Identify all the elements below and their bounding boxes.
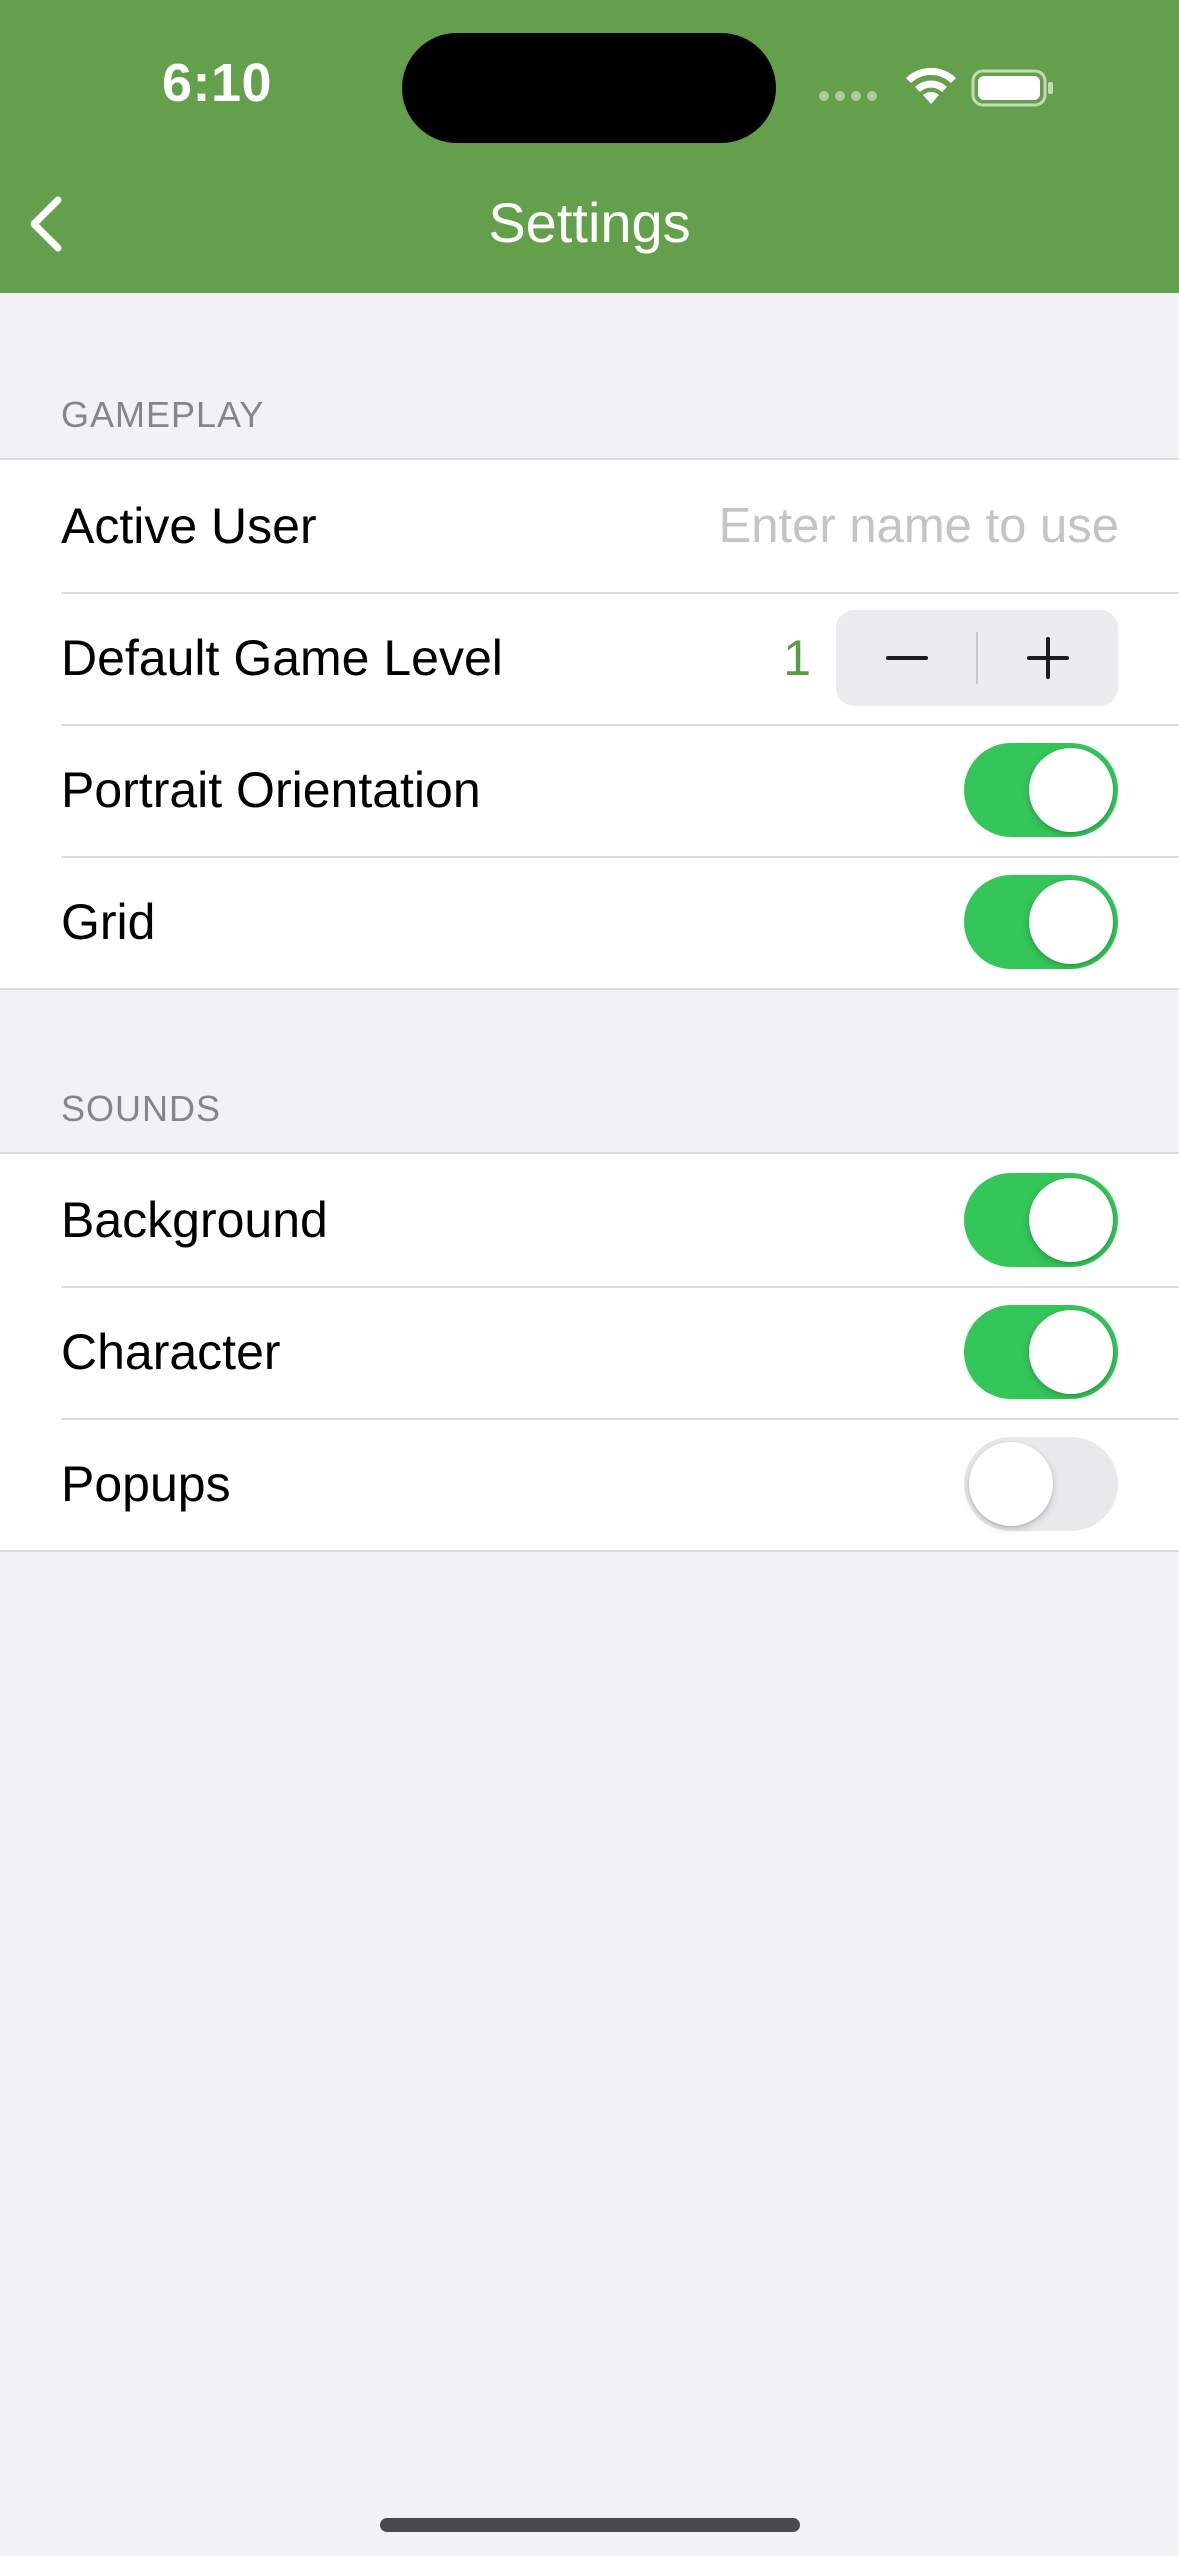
nav-header: 6:10 Settings <box>0 0 1179 293</box>
battery-icon <box>971 69 1053 107</box>
active-user-input[interactable] <box>599 486 1119 566</box>
level-stepper <box>836 610 1118 706</box>
status-icons <box>819 62 1079 114</box>
grid-row: Grid <box>0 856 1179 988</box>
page-title: Settings <box>488 191 691 254</box>
character-sound-row: Character <box>0 1286 1179 1418</box>
portrait-orientation-toggle[interactable] <box>964 743 1118 837</box>
background-sound-toggle[interactable] <box>964 1173 1118 1267</box>
character-sound-label: Character <box>61 1324 281 1380</box>
portrait-orientation-row: Portrait Orientation <box>0 724 1179 856</box>
active-user-row: Active User <box>0 460 1179 592</box>
character-sound-toggle[interactable] <box>964 1305 1118 1399</box>
grid-label: Grid <box>61 894 156 950</box>
minus-icon <box>886 656 928 660</box>
popups-sound-toggle[interactable] <box>964 1437 1118 1531</box>
popups-sound-row: Popups <box>0 1418 1179 1550</box>
level-value: 1 <box>783 630 811 686</box>
increment-button[interactable] <box>977 610 1118 706</box>
section-header-gameplay: GAMEPLAY <box>61 394 265 435</box>
gameplay-group: Active User Default Game Level 1 Portrai… <box>0 458 1179 990</box>
wifi-icon <box>906 67 956 104</box>
active-user-label: Active User <box>61 498 317 554</box>
settings-screen: 6:10 Settings GAMEPLAY Active User Enter… <box>0 0 1179 2556</box>
default-level-row: Default Game Level 1 <box>0 592 1179 724</box>
popups-sound-label: Popups <box>61 1456 231 1512</box>
portrait-orientation-label: Portrait Orientation <box>61 762 481 818</box>
grid-toggle[interactable] <box>964 875 1118 969</box>
background-sound-row: Background <box>0 1154 1179 1286</box>
sounds-group: Background Character Popups <box>0 1152 1179 1552</box>
section-header-sounds: SOUNDS <box>61 1088 222 1129</box>
status-time: 6:10 <box>162 53 273 113</box>
cellular-signal-icon <box>819 88 883 101</box>
background-sound-label: Background <box>61 1192 328 1248</box>
home-indicator <box>380 2518 800 2532</box>
dynamic-island <box>402 33 776 143</box>
decrement-button[interactable] <box>836 610 977 706</box>
default-level-label: Default Game Level <box>61 630 503 686</box>
